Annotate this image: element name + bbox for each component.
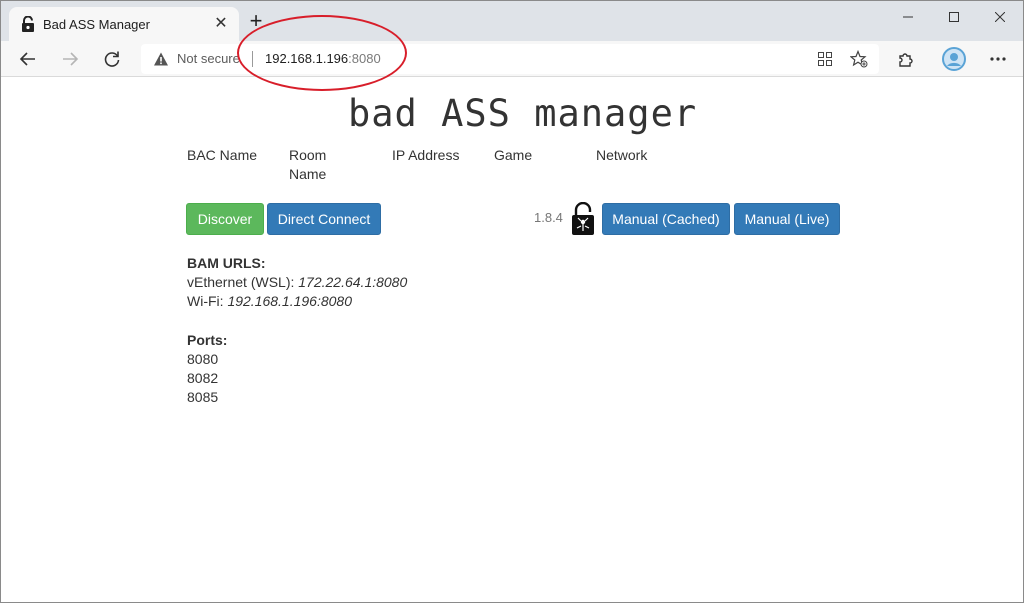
bam-url-label: Wi-Fi: [187,293,228,309]
warning-icon[interactable] [153,51,169,67]
page-title: bad ASS manager [348,92,698,135]
bam-lock-logo-icon [572,202,594,235]
port-item: 8082 [187,370,219,386]
browser-toolbar: Not secure 192.168.1.196:8080 [1,41,1023,77]
tab-title: Bad ASS Manager [43,17,150,32]
bam-urls-section: BAM URLS: vEthernet (WSL): 172.22.64.1:8… [187,254,407,311]
tab-close-icon[interactable]: ✕ [211,14,231,34]
minimize-icon[interactable] [885,1,931,33]
tab-bar: Bad ASS Manager ✕ + [1,1,1023,41]
ports-heading: Ports: [187,332,228,348]
bam-url-value[interactable]: 172.22.64.1:8080 [298,274,407,290]
apps-icon[interactable] [815,49,835,69]
column-header-network: Network [596,147,648,163]
security-status[interactable]: Not secure [177,51,240,66]
refresh-icon[interactable] [98,45,126,73]
url-host: 192.168.1.196 [265,51,349,66]
back-icon[interactable] [14,45,42,73]
url-port: :8080 [348,51,381,66]
page-content: bad ASS manager BAC Name Room Name IP Ad… [1,78,1023,602]
address-separator [252,51,253,67]
bam-url-entry: Wi-Fi: 192.168.1.196:8080 [187,292,407,311]
column-header-bac-name: BAC Name [187,147,258,163]
menu-more-icon[interactable] [984,45,1012,73]
close-window-icon[interactable] [977,1,1023,33]
version-label: 1.8.4 [534,210,563,225]
column-header-game: Game [494,147,533,163]
browser-window: Bad ASS Manager ✕ + Not secure 192.168.1… [0,0,1024,603]
bam-url-value[interactable]: 192.168.1.196:8080 [227,293,352,309]
window-controls [885,1,1023,33]
favorite-star-icon[interactable] [849,49,869,69]
manual-cached-button[interactable]: Manual (Cached) [602,203,730,235]
column-header-ip-address: IP Address [392,147,460,163]
ports-section: Ports: 8080 8082 8085 [187,331,227,407]
column-header-room-name: Room Name [289,147,327,182]
tab-bad-ass-manager[interactable]: Bad ASS Manager ✕ [9,7,239,41]
extensions-icon[interactable] [891,45,919,73]
profile-avatar-icon[interactable] [940,45,968,73]
forward-icon[interactable] [56,45,84,73]
address-bar[interactable]: Not secure 192.168.1.196:8080 [141,44,879,74]
bam-urls-heading: BAM URLS: [187,255,266,271]
url-text[interactable]: 192.168.1.196:8080 [265,51,381,66]
port-item: 8085 [187,389,219,405]
direct-connect-button[interactable]: Direct Connect [267,203,381,235]
maximize-icon[interactable] [931,1,977,33]
bam-url-label: vEthernet (WSL): [187,274,299,290]
discover-button[interactable]: Discover [186,203,264,235]
new-tab-button[interactable]: + [245,10,267,33]
port-item: 8080 [187,351,219,367]
lock-favicon-icon [22,16,34,32]
bam-url-entry: vEthernet (WSL): 172.22.64.1:8080 [187,273,407,292]
manual-live-button[interactable]: Manual (Live) [734,203,840,235]
